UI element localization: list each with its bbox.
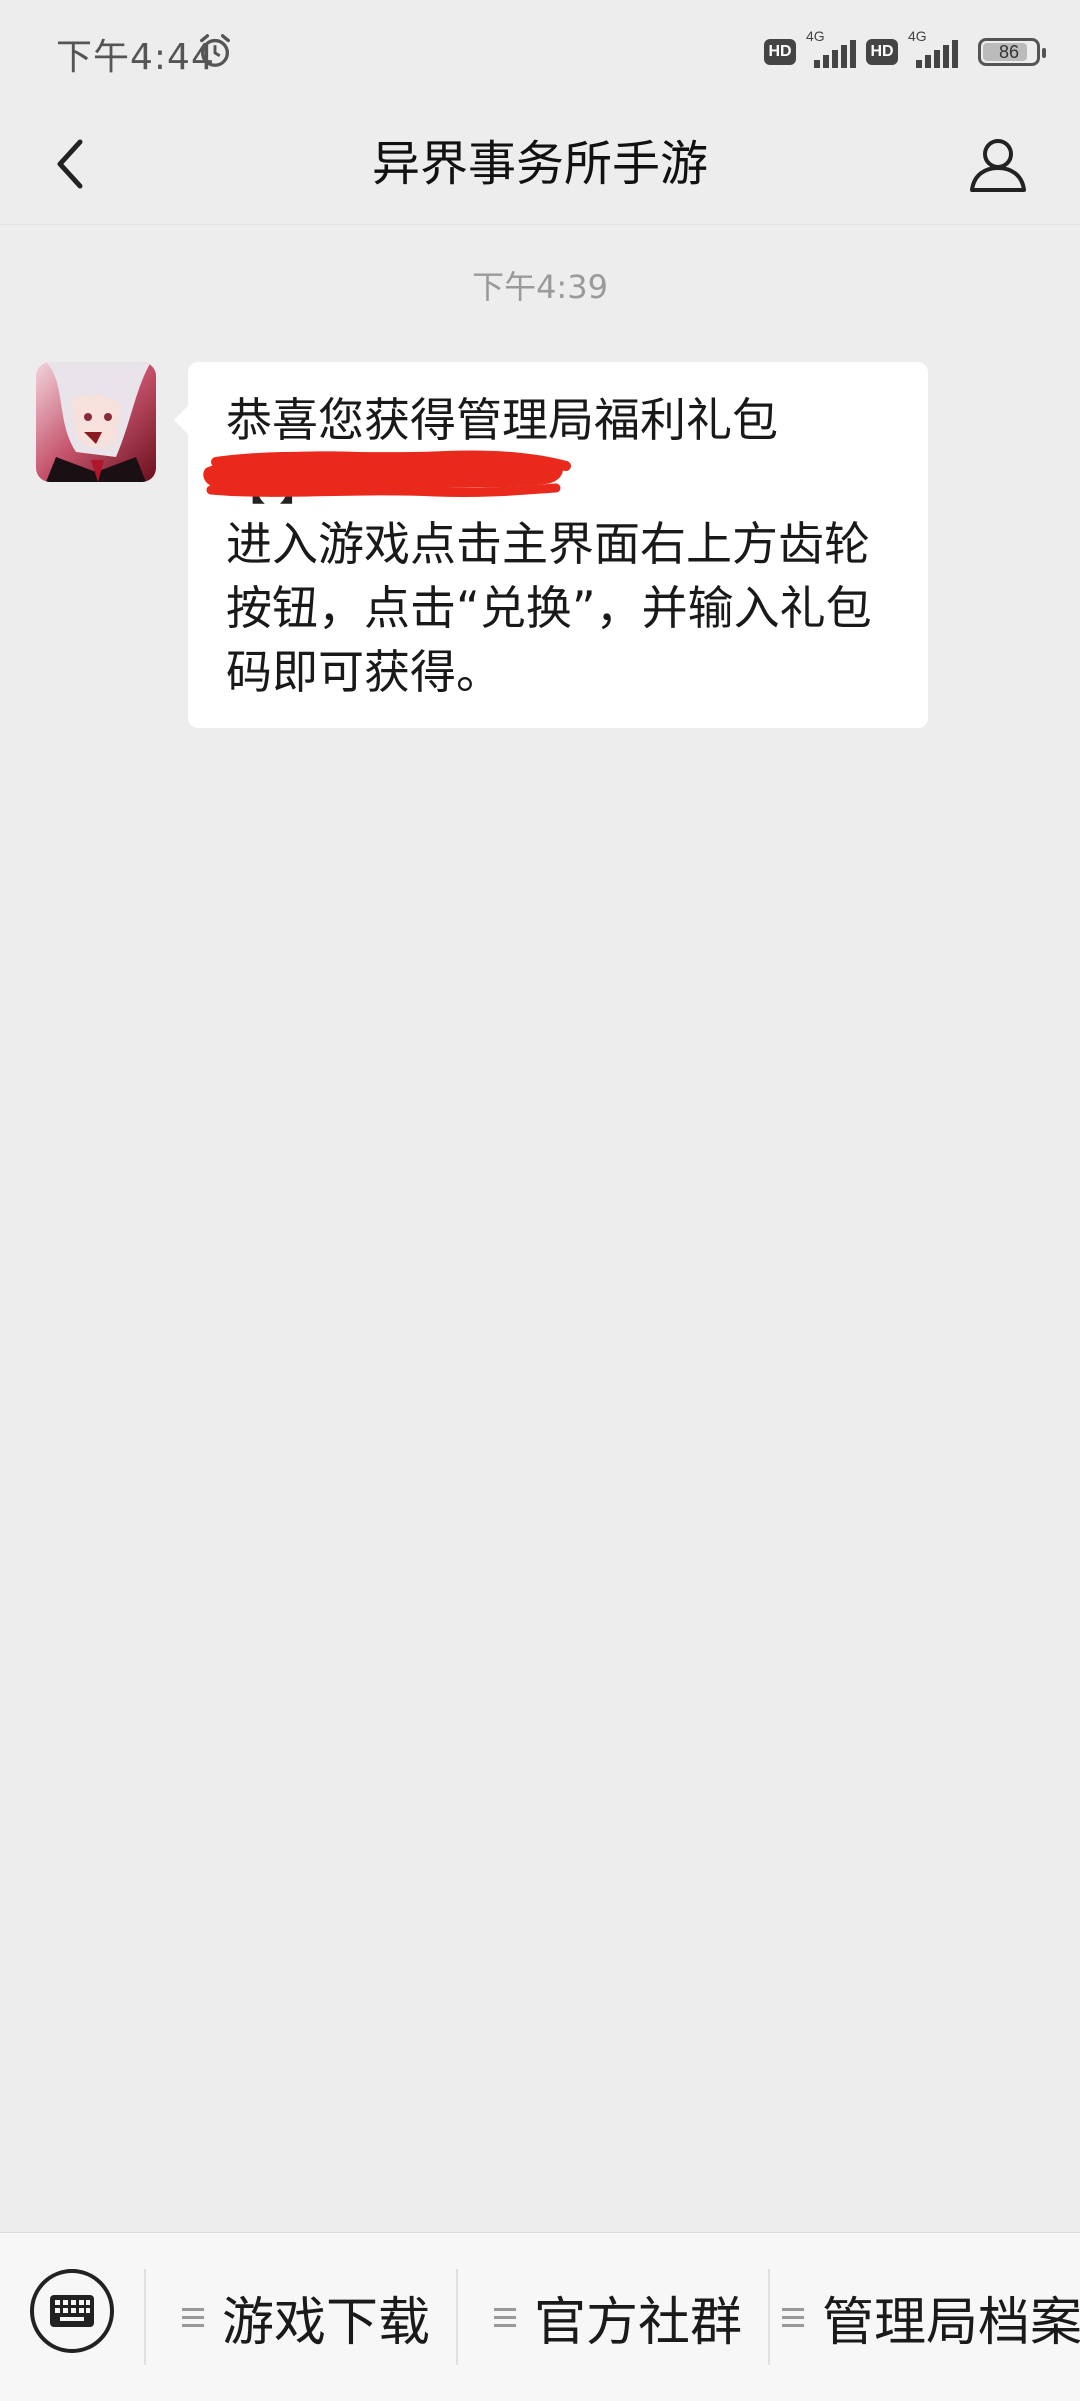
menu-item-label: 游戏下载 xyxy=(222,2292,431,2353)
cell-signal-icon-1: 4G xyxy=(806,28,856,72)
bottom-menu: 游戏下载 官方社群 管理局档案 xyxy=(0,2232,1080,2401)
menu-divider xyxy=(144,2269,146,2365)
menu-lines-icon xyxy=(782,2307,804,2327)
menu-lines-icon xyxy=(182,2307,204,2327)
menu-item-official-community[interactable]: 官方社群 xyxy=(494,2233,742,2401)
gift-code-line: 【 】 xyxy=(203,450,892,512)
hd-badge-1: HD xyxy=(764,39,796,65)
status-indicators: HD 4G HD 4G 86 xyxy=(764,28,1046,74)
keyboard-toggle-button[interactable] xyxy=(30,2269,114,2353)
menu-divider xyxy=(456,2269,458,2365)
cell-signal-icon-2: 4G xyxy=(908,28,958,72)
message-bubble[interactable]: 恭喜您获得管理局福利礼包 【 】 进入游戏点击主界面右上方齿轮按钮，点击“兑换”… xyxy=(174,362,928,728)
hd-badge-2: HD xyxy=(866,39,898,65)
alarm-clock-icon xyxy=(200,34,230,67)
battery-icon: 86 xyxy=(978,38,1046,66)
status-time: 下午4:44 xyxy=(56,37,215,78)
menu-item-label: 官方社群 xyxy=(534,2292,743,2353)
menu-item-label: 管理局档案 xyxy=(822,2292,1080,2353)
keyboard-icon xyxy=(50,2295,94,2327)
status-bar: 下午4:44 HD 4G HD 4G 86 xyxy=(0,0,1080,104)
sender-avatar-image xyxy=(36,362,156,482)
menu-item-game-download[interactable]: 游戏下载 xyxy=(182,2233,430,2401)
avatar[interactable] xyxy=(36,362,156,482)
menu-lines-icon xyxy=(494,2307,516,2327)
menu-divider xyxy=(768,2269,770,2365)
menu-item-bureau-archive[interactable]: 管理局档案 xyxy=(782,2233,1080,2401)
battery-level: 86 xyxy=(998,41,1020,62)
page-title: 异界事务所手游 xyxy=(371,136,708,192)
nav-bar: 异界事务所手游 xyxy=(0,104,1080,225)
back-button[interactable] xyxy=(30,124,110,204)
redaction-scribble xyxy=(203,450,571,498)
person-icon xyxy=(970,139,1026,192)
chevron-left-icon xyxy=(57,139,83,189)
message-timestamp: 下午4:39 xyxy=(472,268,608,306)
message-line-2: 进入游戏点击主界面右上方齿轮按钮，点击“兑换”，并输入礼包码即可获得。 xyxy=(226,517,872,699)
profile-button[interactable] xyxy=(956,122,1040,206)
